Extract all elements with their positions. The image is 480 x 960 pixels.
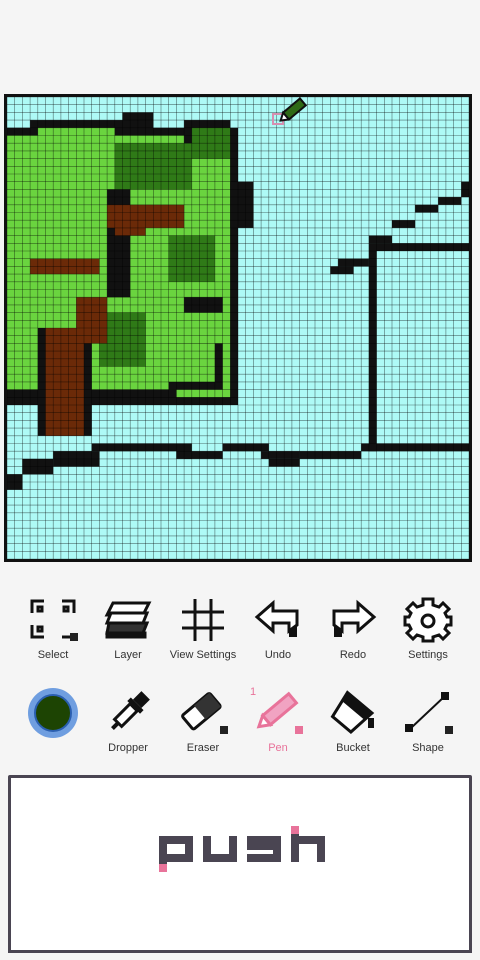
redo-label: Redo — [339, 649, 367, 661]
toolbar-row-bottom: Dropper Eraser 1 Pen Bucket Shape — [0, 686, 480, 760]
pen-icon: 1 — [250, 686, 304, 738]
pen-cursor-icon — [272, 97, 308, 125]
select-icon — [27, 595, 79, 645]
undo-icon — [252, 595, 304, 645]
pen-button[interactable]: 1 Pen — [241, 686, 315, 760]
push-button-label: push — [11, 778, 12, 779]
bucket-label: Bucket — [336, 742, 370, 754]
bucket-button[interactable]: Bucket — [316, 688, 390, 760]
toolbar-row-top: Select Layer View Settings Undo Redo Set… — [0, 595, 480, 667]
eraser-button[interactable]: Eraser — [166, 688, 240, 760]
dropper-icon — [102, 688, 154, 738]
undo-button[interactable]: Undo — [241, 595, 315, 667]
undo-label: Undo — [264, 649, 292, 661]
select-label: Select — [37, 649, 69, 661]
eraser-icon — [177, 688, 229, 738]
shape-button[interactable]: Shape — [391, 688, 465, 760]
view-settings-label: View Settings — [169, 649, 237, 661]
layer-label: Layer — [114, 649, 142, 661]
bucket-icon — [327, 688, 379, 738]
settings-label: Settings — [408, 649, 448, 661]
redo-icon — [327, 595, 379, 645]
view-settings-button[interactable]: View Settings — [166, 595, 240, 667]
shape-label: Shape — [412, 742, 444, 754]
dropper-button[interactable]: Dropper — [91, 688, 165, 760]
push-logo — [159, 826, 325, 872]
layer-button[interactable]: Layer — [91, 595, 165, 667]
pen-size-indicator: 1 — [250, 686, 257, 698]
eraser-label: Eraser — [186, 742, 220, 754]
shape-line-icon — [402, 688, 454, 738]
pixel-art-drawing — [7, 97, 469, 559]
layer-icon — [102, 595, 154, 645]
push-button[interactable]: push — [8, 775, 472, 953]
redo-button[interactable]: Redo — [316, 595, 390, 667]
gear-icon — [402, 595, 454, 645]
pixel-canvas[interactable] — [4, 94, 472, 562]
grid-icon — [177, 595, 229, 645]
select-button[interactable]: Select — [16, 595, 90, 667]
top-blank-area — [0, 0, 480, 94]
settings-button[interactable]: Settings — [391, 595, 465, 667]
dropper-label: Dropper — [108, 742, 148, 754]
pen-label: Pen — [268, 742, 288, 754]
